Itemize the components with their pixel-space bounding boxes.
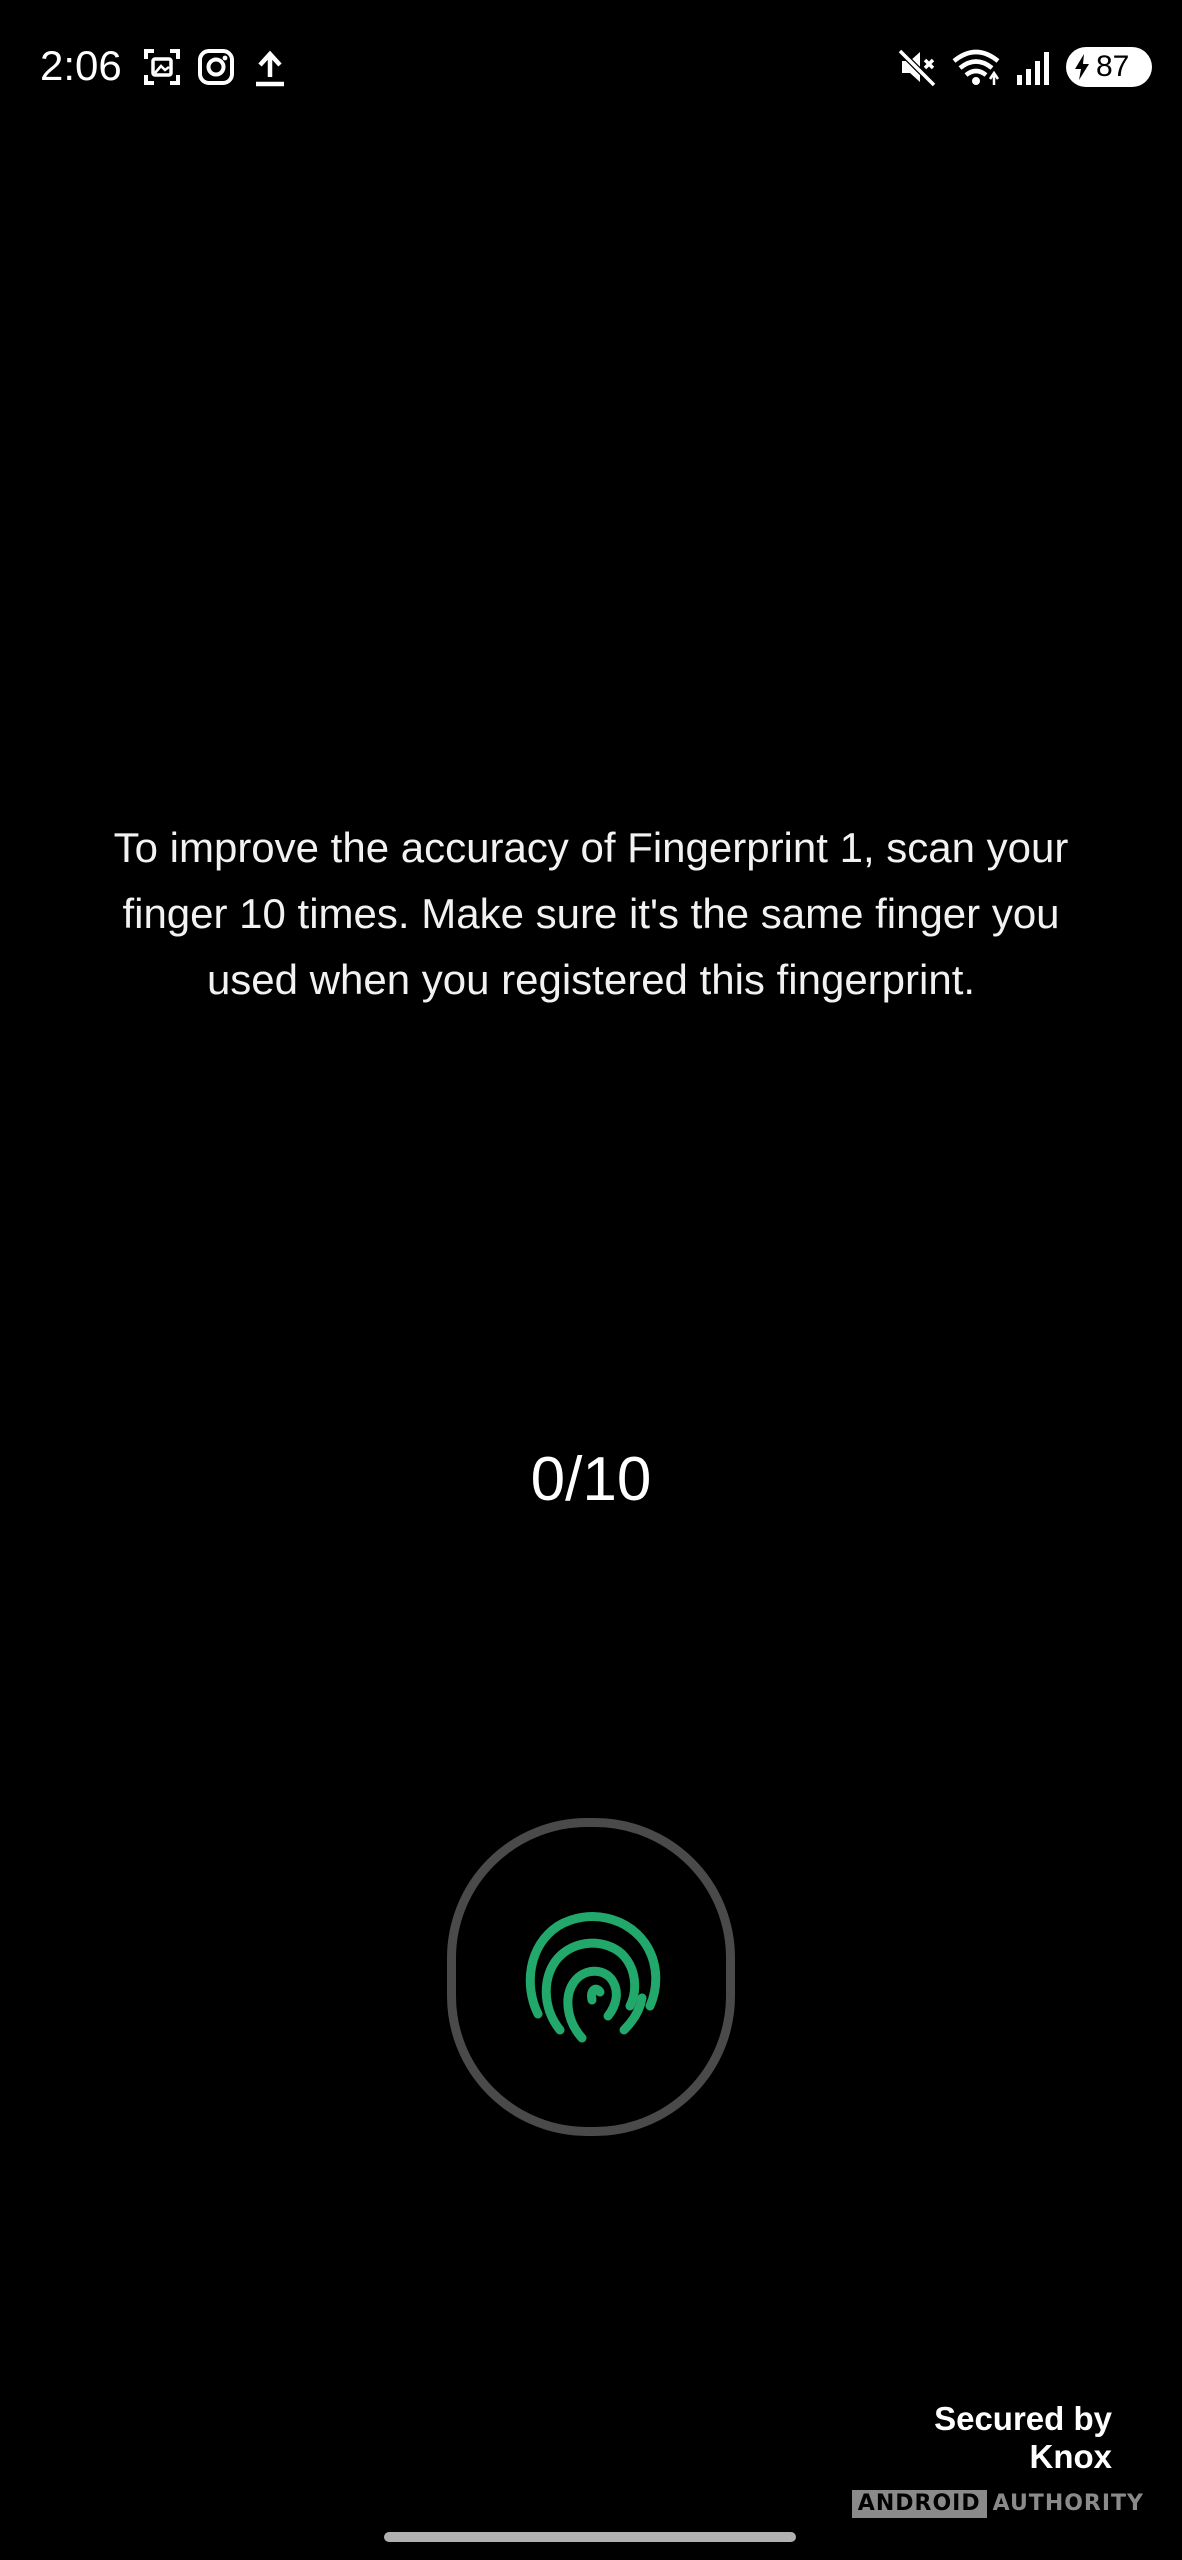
status-bar: 2:06 87 bbox=[0, 0, 1182, 130]
scan-progress-counter: 0/10 bbox=[530, 1445, 652, 1514]
watermark: ANDROID AUTHORITY bbox=[851, 2490, 1144, 2518]
fingerprint-sensor[interactable] bbox=[447, 1818, 735, 2136]
knox-label: Knox bbox=[1029, 2438, 1113, 2475]
enrollment-instruction: To improve the accuracy of Fingerprint 1… bbox=[113, 824, 1069, 1003]
upload-icon bbox=[256, 50, 284, 87]
signal-icon bbox=[1017, 52, 1049, 85]
secured-by-label: Secured by bbox=[934, 2400, 1112, 2437]
watermark-text: AUTHORITY bbox=[992, 2491, 1144, 2516]
fingerprint-icon bbox=[525, 1912, 661, 2043]
wifi-icon bbox=[952, 49, 1000, 85]
charging-bolt-icon bbox=[1075, 54, 1089, 80]
battery-level: 87 bbox=[1096, 50, 1130, 83]
gesture-nav-handle[interactable] bbox=[384, 2532, 796, 2542]
battery-indicator: 87 bbox=[1066, 47, 1152, 87]
system-icons: 87 bbox=[898, 44, 1152, 90]
screenshot-icon bbox=[144, 49, 180, 85]
mute-icon bbox=[898, 48, 937, 88]
status-time: 2:06 bbox=[40, 42, 122, 89]
notification-icons bbox=[142, 44, 290, 90]
secured-by-knox: Secured by Knox bbox=[934, 2400, 1112, 2476]
instagram-icon bbox=[198, 49, 234, 85]
watermark-box-text: ANDROID bbox=[851, 2490, 987, 2518]
